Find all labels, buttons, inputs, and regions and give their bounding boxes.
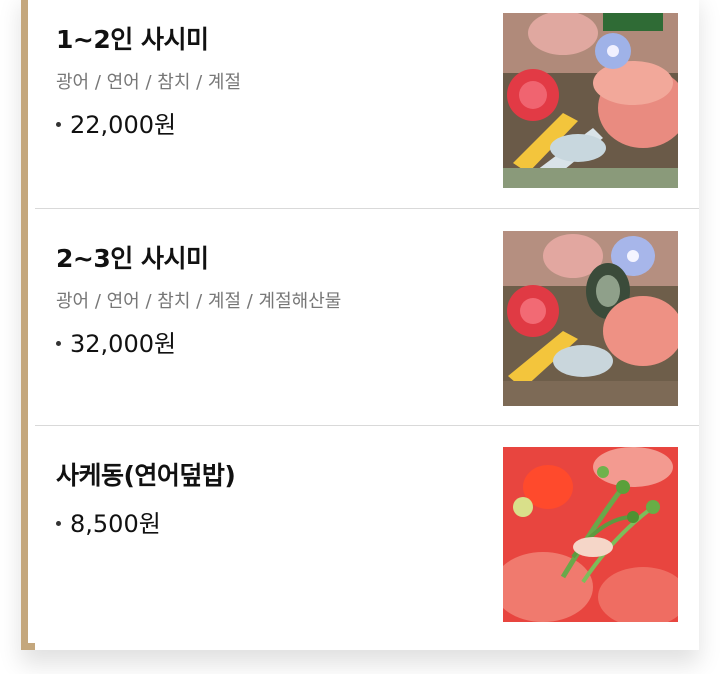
menu-item-description: 광어 / 연어 / 참치 / 계절 / 계절해산물 [56,291,342,312]
menu-frame: 1~2인 사시미 광어 / 연어 / 참치 / 계절 22,000원 2~3인 … [21,0,699,650]
menu-item-name: 1~2인 사시미 [56,25,209,54]
menu-item-description: 광어 / 연어 / 참치 / 계절 [56,72,242,93]
menu-item-price-value: 22,000원 [70,111,177,139]
menu-item[interactable]: 2~3인 사시미 광어 / 연어 / 참치 / 계절 / 계절해산물 32,00… [35,209,699,426]
bullet-icon [56,121,61,127]
menu-item-price: 22,000원 [56,105,176,140]
menu-item-price-value: 8,500원 [70,510,161,538]
bullet-icon [56,520,61,526]
menu-item-name: 사케동(연어덮밥) [56,461,236,490]
bullet-icon [56,340,61,346]
menu-item-name: 2~3인 사시미 [56,244,209,273]
menu-item-price: 8,500원 [56,504,161,539]
sashimi-platter-seafood-photo [503,231,678,406]
menu-item-price: 32,000원 [56,324,176,359]
menu-item-price-value: 32,000원 [70,330,177,358]
sashimi-platter-photo [503,13,678,188]
menu-item[interactable]: 1~2인 사시미 광어 / 연어 / 참치 / 계절 22,000원 [35,0,699,209]
salmon-rice-bowl-photo [503,447,678,622]
menu-item[interactable]: 사케동(연어덮밥) 8,500원 [35,426,699,650]
